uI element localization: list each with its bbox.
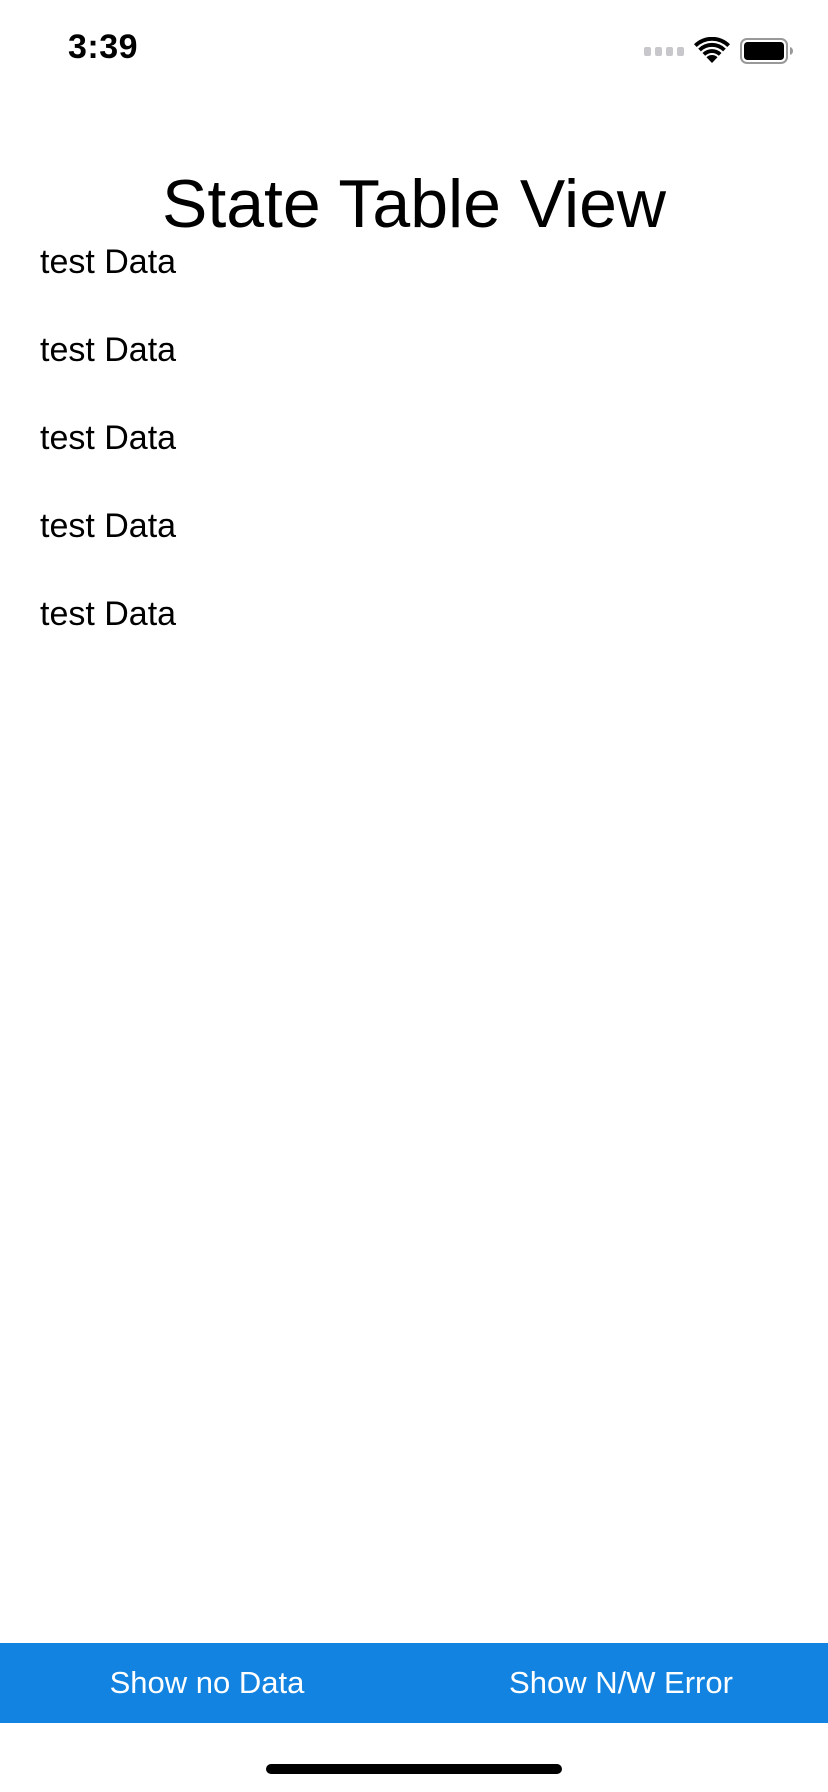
table-row[interactable]: test Data [0,394,828,482]
wifi-icon [694,37,730,63]
battery-icon [740,38,793,64]
cellular-signal-icon [644,46,684,56]
table-row[interactable]: test Data [0,306,828,394]
status-icons [644,36,794,66]
show-network-error-button[interactable]: Show N/W Error [414,1643,828,1723]
table-row[interactable]: test Data [0,218,828,306]
app-screen: 3:39 State Table View test Data test Dat… [0,0,828,1792]
home-indicator[interactable] [266,1764,562,1774]
table-row[interactable]: test Data [0,570,828,658]
show-no-data-button[interactable]: Show no Data [0,1643,414,1723]
bottom-toolbar: Show no Data Show N/W Error [0,1643,828,1723]
status-time: 3:39 [68,28,139,66]
data-table: test Data test Data test Data test Data … [0,218,828,658]
table-row[interactable]: test Data [0,482,828,570]
status-bar: 3:39 [0,0,828,100]
